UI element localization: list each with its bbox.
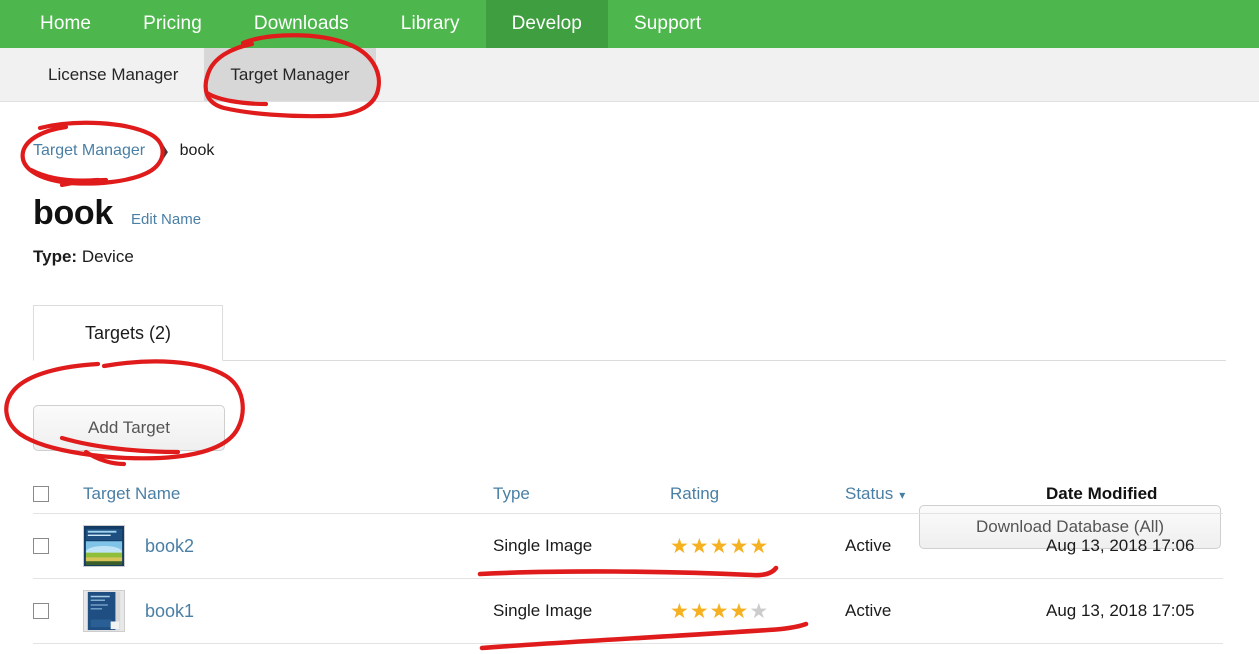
- row-rating-cell: ★ ★ ★ ★ ★: [670, 601, 845, 622]
- breadcrumb: Target Manager ❯ book: [33, 142, 214, 160]
- tab-targets[interactable]: Targets (2): [33, 305, 223, 361]
- header-label-date-modified: Date Modified: [1046, 484, 1158, 503]
- target-thumbnail-book1[interactable]: [83, 590, 125, 632]
- header-label-target-name: Target Name: [83, 484, 181, 503]
- type-row: Type: Device: [33, 247, 134, 267]
- table-header-row: Target Name Type Rating Status ▾ Date Mod…: [33, 475, 1223, 514]
- row-type-cell: Single Image: [493, 601, 670, 621]
- row-select-cell: [33, 603, 83, 619]
- subnav-item-license-manager[interactable]: License Manager: [22, 48, 204, 101]
- rating-stars-book2: ★ ★ ★ ★ ★: [670, 536, 845, 557]
- header-label-type: Type: [493, 484, 530, 503]
- annotation-stroke-breadcrumb-underline: [59, 177, 109, 188]
- annotation-stroke-add-target-2: [83, 449, 127, 467]
- subnav-item-target-manager[interactable]: Target Manager: [204, 48, 376, 101]
- add-target-button[interactable]: Add Target: [33, 405, 225, 451]
- topnav-item-develop[interactable]: Develop: [485, 0, 608, 48]
- row-type-value: Single Image: [493, 601, 593, 620]
- page-title: book: [33, 194, 114, 232]
- header-label-status: Status: [845, 484, 894, 503]
- row-name-cell: book2: [83, 525, 493, 567]
- topnav-label: Develop: [511, 13, 582, 34]
- target-link-book2[interactable]: book2: [145, 536, 194, 557]
- row-status-cell: Active: [845, 536, 1046, 556]
- page-title-row: book Edit Name: [33, 194, 201, 233]
- topnav-item-home[interactable]: Home: [14, 0, 117, 48]
- topnav-item-pricing[interactable]: Pricing: [117, 0, 228, 48]
- annotation-stroke-breadcrumb-tail: [28, 167, 101, 183]
- row-checkbox[interactable]: [33, 603, 49, 619]
- rating-stars-book1: ★ ★ ★ ★ ★: [670, 601, 845, 622]
- target-link-book1[interactable]: book1: [145, 601, 194, 622]
- topnav-label: Support: [633, 13, 702, 34]
- row-rating-cell: ★ ★ ★ ★ ★: [670, 536, 845, 557]
- add-target-label: Add Target: [88, 418, 170, 437]
- breadcrumb-current: book: [179, 142, 215, 159]
- star-icon: ★: [729, 599, 749, 623]
- star-icon: ★: [689, 599, 709, 623]
- topnav-item-library[interactable]: Library: [375, 0, 486, 48]
- type-value: Device: [81, 247, 134, 266]
- row-date-cell: Aug 13, 2018 17:06: [1046, 536, 1223, 556]
- page-root: Home Pricing Downloads Library Develop S…: [0, 0, 1259, 654]
- select-all-checkbox[interactable]: [33, 486, 49, 502]
- row-date-cell: Aug 13, 2018 17:05: [1046, 601, 1223, 621]
- row-status-cell: Active: [845, 601, 1046, 621]
- select-all-cell: [33, 486, 83, 502]
- row-date-value: Aug 13, 2018 17:05: [1046, 601, 1195, 620]
- row-type-value: Single Image: [493, 536, 593, 555]
- subnav-label: Target Manager: [230, 64, 350, 84]
- topnav-item-downloads[interactable]: Downloads: [228, 0, 375, 48]
- tab-label: Targets (2): [84, 322, 172, 343]
- star-icon: ★: [670, 534, 689, 558]
- status-badge: Active: [845, 601, 892, 620]
- star-icon: ★: [729, 534, 749, 558]
- star-icon-empty: ★: [749, 599, 769, 623]
- header-cell-rating[interactable]: Rating: [670, 484, 845, 504]
- edit-name-link[interactable]: Edit Name: [131, 211, 201, 228]
- target-thumbnail-book2[interactable]: [83, 525, 125, 567]
- tab-strip: Targets (2): [0, 305, 1259, 361]
- star-icon: ★: [749, 534, 769, 558]
- breadcrumb-separator-icon: ❯: [157, 143, 170, 160]
- table-row[interactable]: book1 Single Image ★ ★ ★ ★ ★ Active Aug …: [33, 579, 1223, 644]
- header-label-rating: Rating: [670, 484, 720, 503]
- header-cell-date-modified[interactable]: Date Modified: [1046, 484, 1223, 504]
- header-cell-status[interactable]: Status ▾: [845, 484, 1046, 504]
- header-cell-type[interactable]: Type: [493, 484, 670, 504]
- star-icon: ★: [709, 599, 729, 623]
- row-type-cell: Single Image: [493, 536, 670, 556]
- subnav-label: License Manager: [48, 64, 179, 84]
- topnav-label: Library: [400, 13, 460, 34]
- row-select-cell: [33, 538, 83, 554]
- status-badge: Active: [845, 536, 892, 555]
- star-icon: ★: [709, 534, 729, 558]
- topnav-item-support[interactable]: Support: [608, 0, 727, 48]
- star-icon: ★: [689, 534, 709, 558]
- chevron-down-icon[interactable]: ▾: [899, 488, 905, 502]
- row-date-value: Aug 13, 2018 17:06: [1046, 536, 1195, 555]
- sub-navigation: License Manager Target Manager: [0, 48, 1259, 102]
- topnav-label: Pricing: [143, 13, 202, 34]
- targets-table: Target Name Type Rating Status ▾ Date Mod…: [33, 475, 1223, 644]
- row-name-cell: book1: [83, 590, 493, 632]
- header-cell-target-name[interactable]: Target Name: [83, 484, 493, 504]
- row-checkbox[interactable]: [33, 538, 49, 554]
- topnav-label: Downloads: [253, 13, 349, 34]
- star-icon: ★: [670, 599, 689, 623]
- table-row[interactable]: book2 Single Image ★ ★ ★ ★ ★ Active Aug …: [33, 514, 1223, 579]
- type-label: Type:: [33, 247, 78, 266]
- breadcrumb-link-target-manager[interactable]: Target Manager: [33, 142, 145, 160]
- top-navigation: Home Pricing Downloads Library Develop S…: [0, 0, 1259, 48]
- topnav-label: Home: [40, 13, 92, 34]
